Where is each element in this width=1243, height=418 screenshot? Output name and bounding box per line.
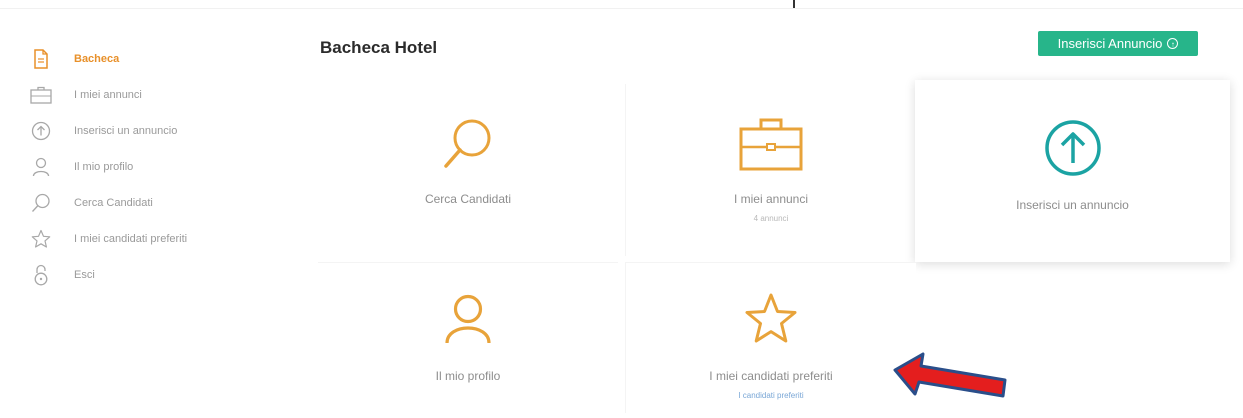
- sidebar-item-favorite-candidates[interactable]: I miei candidati preferiti: [28, 224, 268, 254]
- red-pointer-arrow-icon: [893, 352, 1007, 398]
- upload-circle-icon: [1043, 118, 1103, 178]
- tile-label: I miei annunci: [733, 192, 809, 206]
- sidebar-item-label: Bacheca: [74, 53, 120, 65]
- tile-label: Il mio profilo: [435, 369, 501, 383]
- star-icon: [743, 293, 799, 345]
- tile-label: Inserisci un annuncio: [1016, 198, 1129, 212]
- user-icon: [28, 154, 54, 180]
- sidebar-item-bacheca[interactable]: Bacheca: [28, 44, 268, 74]
- document-icon: [28, 46, 54, 72]
- sidebar-item-my-profile[interactable]: Il mio profilo: [28, 152, 268, 182]
- sidebar-item-label: I miei candidati preferiti: [74, 233, 188, 245]
- sidebar-item-search-candidates[interactable]: Cerca Candidati: [28, 188, 268, 218]
- add-ad-button[interactable]: Inserisci Annuncio ↑: [1038, 31, 1198, 56]
- add-ad-button-label: Inserisci Annuncio: [1057, 36, 1163, 51]
- sidebar-item-label: Inserisci un annuncio: [74, 125, 178, 137]
- page-title: Bacheca Hotel: [320, 38, 438, 57]
- top-bar: [0, 0, 1243, 9]
- user-icon: [443, 293, 493, 345]
- briefcase-icon: [739, 114, 803, 174]
- tile-label: I miei candidati preferiti: [709, 369, 833, 383]
- tile-label: Cerca Candidati: [424, 192, 512, 206]
- sidebar-item-my-ads[interactable]: I miei annunci: [28, 80, 268, 110]
- padlock-icon: [28, 262, 54, 288]
- tile-sub-label: 4 annunci: [753, 214, 789, 223]
- search-icon: [440, 114, 496, 174]
- tile-insert-ad[interactable]: Inserisci un annuncio: [915, 80, 1230, 262]
- tile-my-ads[interactable]: I miei annunci 4 annunci: [625, 84, 916, 256]
- upload-circle-icon: ↑: [1167, 38, 1179, 49]
- sidebar-item-label: Il mio profilo: [74, 161, 134, 173]
- favorite-candidates-link[interactable]: I candidati preferiti: [738, 391, 803, 400]
- tile-my-profile[interactable]: Il mio profilo: [318, 262, 618, 413]
- sidebar-item-insert-ad[interactable]: Inserisci un annuncio: [28, 116, 268, 146]
- sidebar-item-logout[interactable]: Esci: [28, 260, 268, 290]
- top-bar-marker: [793, 0, 795, 8]
- upload-circle-icon: [28, 118, 54, 144]
- sidebar-item-label: I miei annunci: [74, 89, 142, 101]
- briefcase-icon: [28, 82, 54, 108]
- tile-search-candidates[interactable]: Cerca Candidati: [318, 84, 618, 256]
- star-icon: [28, 226, 54, 252]
- sidebar-item-label: Cerca Candidati: [74, 197, 153, 209]
- tile-favorite-candidates[interactable]: I miei candidati preferiti I candidati p…: [625, 262, 916, 413]
- search-icon: [28, 190, 54, 216]
- sidebar-item-label: Esci: [74, 269, 95, 281]
